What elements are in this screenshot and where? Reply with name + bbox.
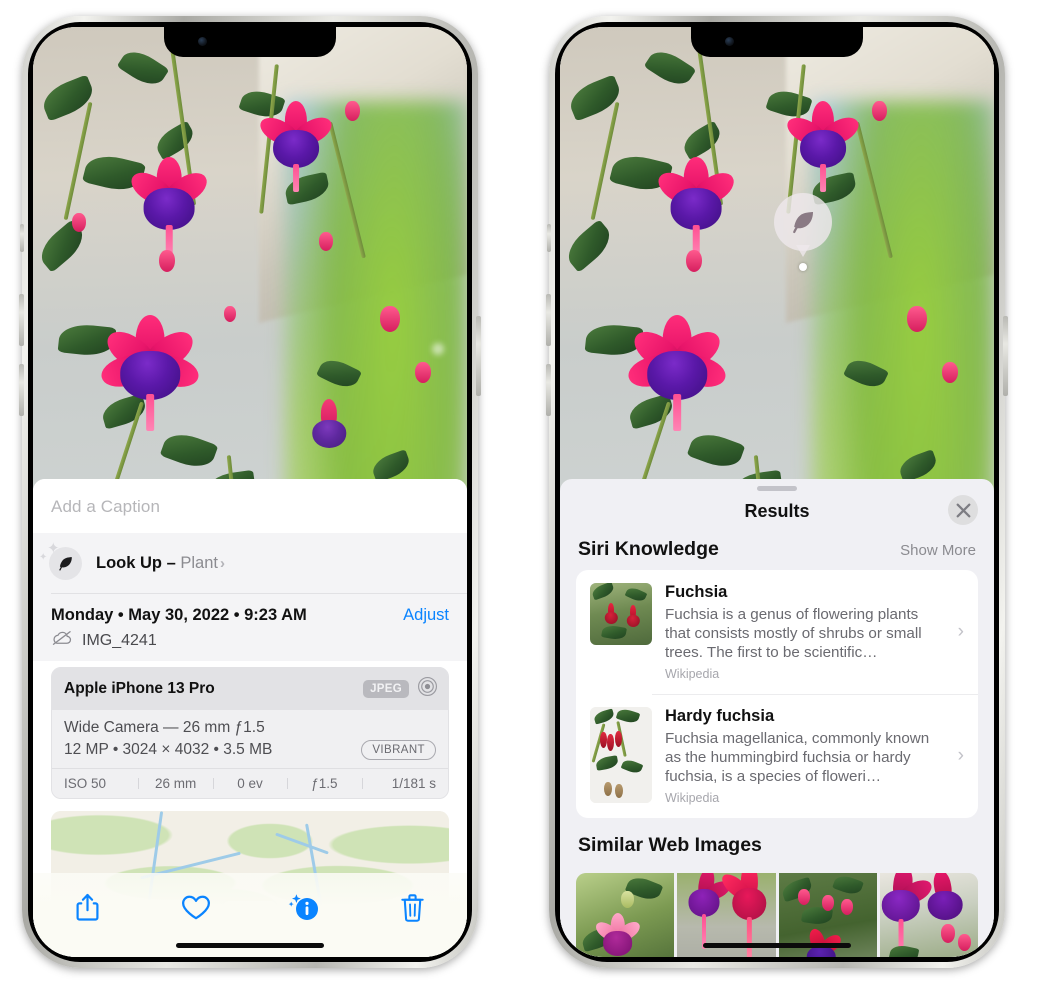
- volume-up-button-right[interactable]: [546, 294, 551, 346]
- result-source: Wikipedia: [665, 667, 720, 682]
- leaf-icon: [774, 193, 832, 251]
- web-image-thumb[interactable]: [576, 873, 675, 957]
- adjust-date-button[interactable]: Adjust: [403, 606, 449, 625]
- exif-card: Apple iPhone 13 Pro JPEG Wide Camera — 2…: [51, 667, 449, 799]
- right-phone-screen: Results Siri Knowledge Show More Fuchsia…: [560, 27, 994, 957]
- photo-filename: IMG_4241: [82, 631, 157, 649]
- exif-stat-focal: 26 mm: [138, 776, 212, 791]
- chevron-right-icon: ›: [957, 621, 964, 643]
- chevron-right-icon: ›: [957, 745, 964, 767]
- ringer-switch-right[interactable]: [547, 224, 551, 252]
- left-phone-screen: Add a Caption ✦ ✦ Look Up – Plant › Mond…: [33, 27, 467, 957]
- result-thumbnail: [590, 583, 652, 645]
- front-camera: [725, 37, 734, 46]
- right-phone-notch: [691, 27, 863, 57]
- camera-model: Apple iPhone 13 Pro: [64, 680, 215, 697]
- result-source: Wikipedia: [665, 791, 720, 806]
- file-format-badge: JPEG: [363, 680, 409, 698]
- close-icon[interactable]: [948, 495, 978, 525]
- leaf-icon: [49, 547, 82, 580]
- screenshot-canvas: Add a Caption ✦ ✦ Look Up – Plant › Mond…: [0, 0, 1055, 985]
- left-home-indicator: [176, 943, 324, 948]
- result-thumbnail: [590, 707, 652, 804]
- power-button-right[interactable]: [1003, 316, 1008, 396]
- ringer-switch[interactable]: [20, 224, 24, 252]
- badge-anchor-dot: [799, 263, 807, 271]
- volume-up-button[interactable]: [19, 294, 24, 346]
- look-up-subject: Plant: [180, 554, 218, 572]
- look-up-label: Look Up – Plant ›: [96, 554, 225, 573]
- visual-look-up-results-sheet: Results Siri Knowledge Show More Fuchsia…: [560, 479, 994, 957]
- chevron-right-icon: ›: [219, 555, 225, 572]
- badge-tail: [796, 245, 810, 257]
- siri-knowledge-title: Siri Knowledge: [578, 538, 719, 560]
- result-card-hardy-fuchsia[interactable]: Hardy fuchsia Fuchsia magellanica, commo…: [576, 694, 978, 818]
- photo-info-sheet: Add a Caption ✦ ✦ Look Up – Plant › Mond…: [33, 479, 467, 957]
- look-up-row[interactable]: ✦ ✦ Look Up – Plant ›: [33, 533, 467, 594]
- similar-web-images-header: Similar Web Images: [560, 818, 994, 866]
- photo-metadata: Monday • May 30, 2022 • 9:23 AM Adjust I…: [33, 594, 467, 661]
- lens-info: Wide Camera — 26 mm ƒ1.5: [64, 719, 265, 736]
- exif-stat-iso: ISO 50: [64, 776, 107, 791]
- photo-date: Monday • May 30, 2022 • 9:23 AM: [51, 606, 307, 624]
- result-card-fuchsia[interactable]: Fuchsia Fuchsia is a genus of flowering …: [576, 570, 978, 694]
- exif-stat-ev: 0 ev: [212, 776, 287, 791]
- resolution-info: 12 MP • 3024 × 4032 • 3.5 MB: [64, 741, 273, 758]
- look-up-title: Look Up –: [96, 554, 181, 572]
- volume-down-button[interactable]: [19, 364, 24, 416]
- power-button[interactable]: [476, 316, 481, 396]
- show-more-button[interactable]: Show More: [900, 542, 976, 559]
- result-description: Fuchsia magellanica, commonly known as t…: [665, 730, 930, 786]
- share-button[interactable]: [64, 887, 110, 927]
- web-image-thumb[interactable]: [879, 873, 978, 957]
- info-button[interactable]: [281, 887, 327, 927]
- look-up-badge: ✦ ✦: [39, 541, 82, 580]
- result-title: Hardy fuchsia: [665, 707, 775, 726]
- similar-web-images-title: Similar Web Images: [578, 834, 762, 857]
- photographic-style-badge: VIBRANT: [361, 740, 436, 760]
- delete-button[interactable]: [390, 887, 436, 927]
- icloud-slash-icon: [51, 630, 73, 651]
- left-phone-device: Add a Caption ✦ ✦ Look Up – Plant › Mond…: [19, 16, 481, 968]
- sparkle-small-icon: ✦: [39, 552, 48, 563]
- exif-body: Wide Camera — 26 mm ƒ1.5 12 MP • 3024 × …: [52, 710, 448, 768]
- caption-input[interactable]: Add a Caption: [33, 479, 467, 533]
- result-description: Fuchsia is a genus of flowering plants t…: [665, 605, 922, 662]
- front-camera: [198, 37, 207, 46]
- right-phone-device: Results Siri Knowledge Show More Fuchsia…: [546, 16, 1008, 968]
- right-home-indicator: [703, 943, 851, 948]
- siri-knowledge-header: Siri Knowledge Show More: [560, 536, 994, 570]
- left-phone-notch: [164, 27, 336, 57]
- favorite-button[interactable]: [173, 887, 219, 927]
- exif-stats: ISO 50 26 mm 0 ev ƒ1.5 1/181 s: [52, 768, 448, 798]
- volume-down-button-right[interactable]: [546, 364, 551, 416]
- siri-knowledge-results: Fuchsia Fuchsia is a genus of flowering …: [576, 570, 978, 819]
- exif-stat-shutter: 1/181 s: [361, 776, 438, 791]
- exif-stat-aperture: ƒ1.5: [287, 776, 361, 791]
- aperture-icon: [417, 676, 438, 702]
- result-title: Fuchsia: [665, 583, 728, 601]
- results-title: Results: [744, 501, 810, 521]
- visual-look-up-badge[interactable]: [774, 193, 832, 271]
- exif-header: Apple iPhone 13 Pro JPEG: [52, 668, 448, 710]
